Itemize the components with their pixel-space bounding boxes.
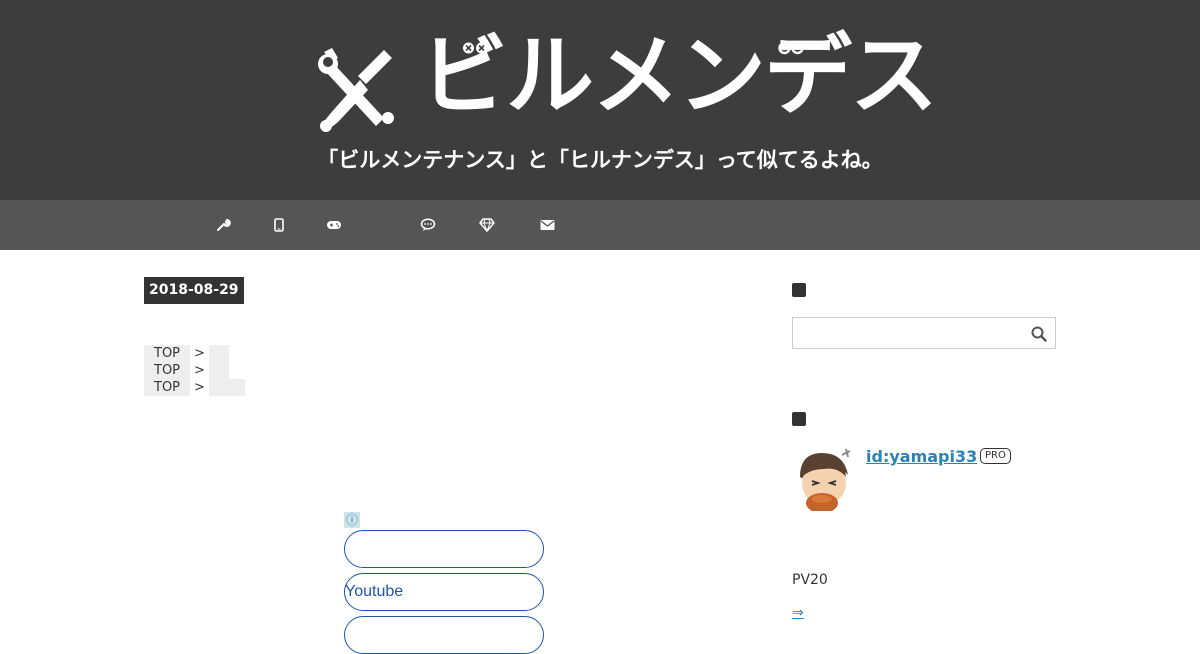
tools-logo-icon: [314, 44, 400, 136]
breadcrumb-category-link[interactable]: [209, 362, 229, 379]
breadcrumb-category-link[interactable]: [209, 379, 245, 396]
breadcrumb-separator: >: [194, 380, 205, 395]
profile-id-link[interactable]: id:yamapi33: [866, 447, 977, 466]
diamond-icon[interactable]: [478, 216, 496, 234]
envelope-icon[interactable]: [538, 216, 556, 234]
breadcrumb-top-link[interactable]: TOP: [144, 345, 190, 362]
site-logo-text[interactable]: ビルメンデス: [420, 32, 938, 120]
wrench-icon[interactable]: [215, 216, 233, 234]
smartphone-icon[interactable]: [270, 216, 288, 234]
pageview-text: PV20: [792, 572, 828, 588]
search-input[interactable]: [793, 318, 1023, 348]
gamepad-icon[interactable]: [325, 216, 343, 234]
ad-info-icon[interactable]: ⓘ: [344, 512, 360, 528]
breadcrumb-row: TOP >: [144, 345, 245, 362]
breadcrumb-separator: >: [194, 363, 205, 378]
global-nav: [0, 200, 1200, 250]
search-icon[interactable]: [1031, 326, 1047, 346]
ad-link-button-youtube[interactable]: Youtube: [344, 573, 544, 611]
goggles-icon: [462, 40, 488, 59]
sidebar-heading-marker: [792, 283, 806, 297]
more-arrow-link[interactable]: ⇒: [792, 605, 804, 621]
post-date-badge[interactable]: 2018-08-29: [144, 277, 244, 304]
breadcrumb-top-link[interactable]: TOP: [144, 379, 190, 396]
sidebar-heading-marker: [792, 412, 806, 426]
search-box: [792, 317, 1056, 349]
ad-link-button[interactable]: [344, 616, 544, 654]
pro-badge: PRO: [980, 448, 1011, 464]
glasses-icon: [778, 40, 804, 59]
breadcrumb-row: TOP >: [144, 362, 245, 379]
breadcrumb-separator: >: [194, 346, 205, 361]
ad-link-button[interactable]: [344, 530, 544, 568]
breadcrumb-top-link[interactable]: TOP: [144, 362, 190, 379]
breadcrumb-category-link[interactable]: [209, 345, 229, 362]
site-header: ビルメンデス 「ビルメンテナンス」と「ヒルナンデス」って似てるよね。: [0, 0, 1200, 200]
avatar[interactable]: [792, 447, 856, 511]
site-tagline: 「ビルメンテナンス」と「ヒルナンデス」って似てるよね。: [317, 148, 883, 172]
speech-bubble-icon[interactable]: [419, 216, 437, 234]
breadcrumb: TOP > TOP > TOP >: [144, 345, 245, 396]
breadcrumb-row: TOP >: [144, 379, 245, 396]
